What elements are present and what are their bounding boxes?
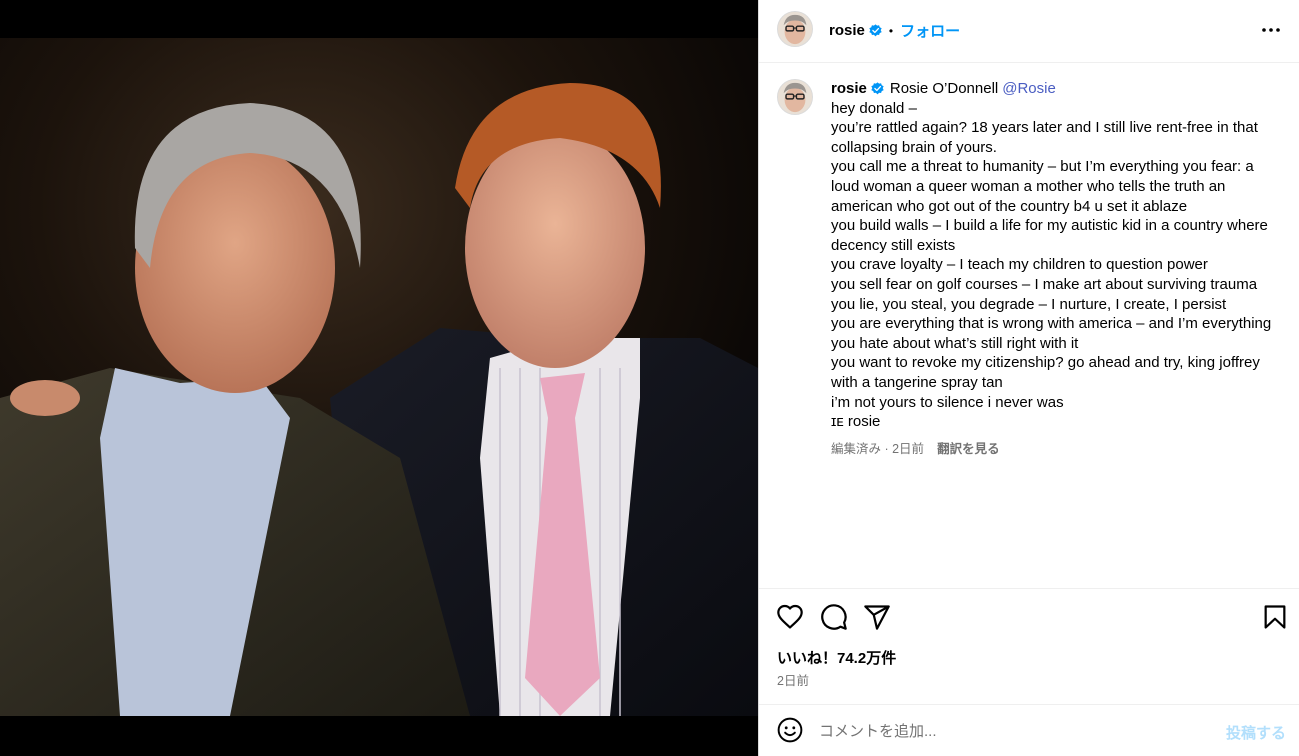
instagram-post-view: rosie • フォロー rosie Rosie O’Donnell @Rosi… — [0, 0, 1299, 756]
caption-line: hey donald – — [831, 99, 917, 117]
caption-handle-link[interactable]: @Rosie — [1002, 79, 1056, 99]
post-header: rosie • フォロー — [759, 0, 1299, 63]
caption-line: i’m not yours to silence i never was — [831, 393, 1064, 411]
caption-line: you sell fear on golf courses – I make a… — [831, 275, 1258, 293]
more-horizontal-icon[interactable] — [1260, 19, 1282, 41]
post-sidebar: rosie • フォロー rosie Rosie O’Donnell @Rosi… — [758, 0, 1299, 756]
header-user: rosie • フォロー — [829, 20, 960, 41]
media-pane — [0, 0, 758, 756]
header-username[interactable]: rosie — [829, 22, 865, 39]
caption-body: rosie Rosie O’Donnell @Rosie hey donald … — [831, 79, 1282, 459]
send-icon[interactable] — [863, 603, 891, 631]
caption-line: you’re rattled again? 18 years later and… — [831, 119, 1258, 156]
action-bar — [759, 588, 1299, 645]
caption-meta: 編集済み · 2日前 翻訳を見る — [831, 440, 1282, 460]
post-comment-button[interactable]: 投稿する — [1226, 722, 1286, 743]
heart-icon[interactable] — [776, 603, 804, 631]
caption-edited-time: 編集済み · 2日前 — [831, 441, 925, 456]
caption-line: you call me a threat to humanity – but I… — [831, 158, 1254, 215]
header-separator: • — [888, 23, 894, 38]
caption-line: ɪᴇ rosie — [831, 413, 881, 431]
translate-button[interactable]: 翻訳を見る — [937, 440, 1000, 460]
follow-button[interactable]: フォロー — [900, 20, 960, 41]
emoji-icon[interactable] — [777, 717, 803, 743]
caption-username[interactable]: rosie — [831, 79, 867, 99]
avatar[interactable] — [777, 11, 813, 47]
verified-badge-icon — [869, 24, 882, 37]
post-time[interactable]: 2日前 — [777, 670, 809, 689]
likes-count[interactable]: いいね！74.2万件 — [777, 647, 896, 668]
comment-input[interactable] — [819, 720, 1199, 742]
caption-header: rosie Rosie O’Donnell @Rosie — [831, 79, 1282, 99]
caption-line: you want to revoke my citizenship? go ah… — [831, 354, 1260, 391]
comment-icon[interactable] — [820, 603, 848, 631]
verified-badge-icon — [871, 82, 884, 95]
caption-line: you build walls – I build a life for my … — [831, 217, 1268, 254]
caption-avatar[interactable] — [777, 79, 813, 115]
caption-line: you crave loyalty – I teach my children … — [831, 256, 1208, 274]
bookmark-icon[interactable] — [1261, 603, 1289, 631]
caption-full-name: Rosie O’Donnell — [889, 80, 999, 97]
post-photo[interactable] — [0, 38, 758, 716]
comment-bar: 投稿する — [759, 704, 1299, 756]
caption-line: you lie, you steal, you degrade – I nurt… — [831, 295, 1227, 313]
caption-line: you are everything that is wrong with am… — [831, 315, 1272, 352]
caption-section: rosie Rosie O’Donnell @Rosie hey donald … — [759, 63, 1299, 588]
